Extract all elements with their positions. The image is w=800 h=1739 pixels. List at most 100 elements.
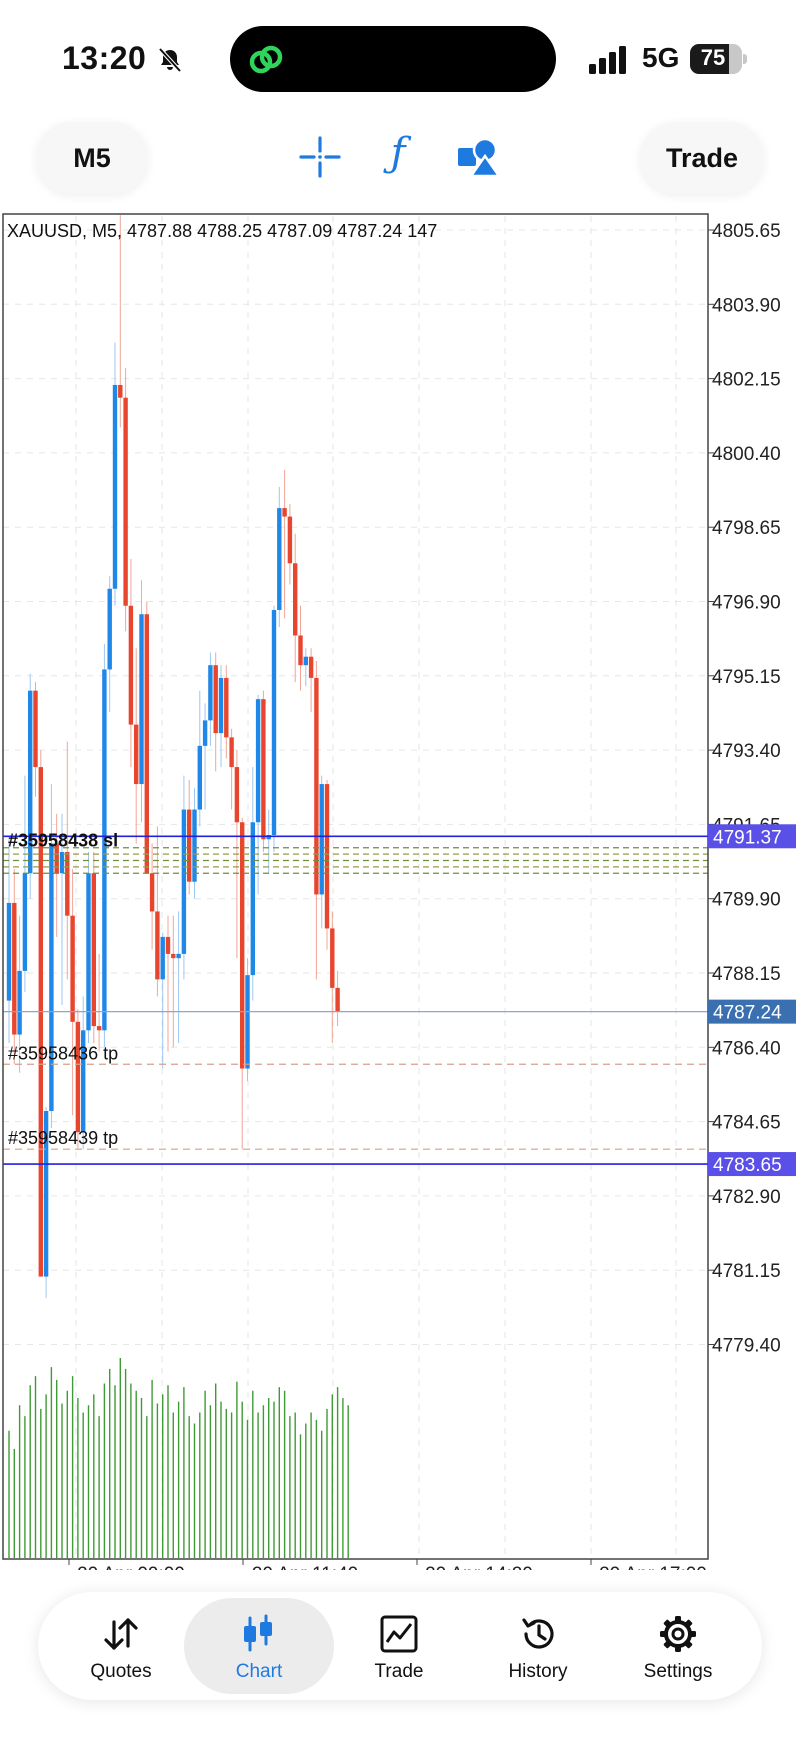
price-tick-label: 4795.15 <box>712 667 781 688</box>
candle-body <box>224 677 229 738</box>
chart-info-line: XAUUSD, M5, 4787.88 4788.25 4787.09 4787… <box>7 221 437 241</box>
candle-body <box>303 656 308 666</box>
tab-quotes[interactable]: Quotes <box>46 1598 196 1694</box>
quotes-arrows-icon <box>104 1618 138 1650</box>
candle-body <box>22 873 28 971</box>
status-bar: 13:20 5G 75 <box>0 0 800 110</box>
crosshair-icon[interactable] <box>297 134 343 180</box>
candle-body <box>33 690 38 768</box>
candle-body <box>123 397 128 606</box>
candle-body <box>335 987 340 1012</box>
chart-candles-icon <box>244 1614 272 1652</box>
tab-label: Quotes <box>90 1661 152 1682</box>
candle-body <box>234 767 240 823</box>
network-type: 5G <box>642 42 680 73</box>
tab-label: Trade <box>374 1661 424 1682</box>
tab-label: Settings <box>643 1661 713 1682</box>
candle-body <box>128 605 134 725</box>
candle-body <box>149 873 155 912</box>
candle-body <box>65 851 70 916</box>
candle-body <box>139 614 144 785</box>
candle-body <box>86 873 91 1031</box>
stop-loss-label: #35958438 sl <box>8 830 118 850</box>
trade-chart-icon <box>380 1615 418 1653</box>
candle-body <box>324 784 330 929</box>
candle-body <box>6 902 12 1001</box>
objects-icon[interactable] <box>455 134 501 180</box>
candle-body <box>308 656 314 678</box>
candle-body <box>75 1021 81 1133</box>
candle-body <box>293 563 298 636</box>
candle-body <box>330 928 335 988</box>
tab-chart[interactable]: Chart <box>184 1598 334 1694</box>
candle-body <box>59 851 65 874</box>
candle-body <box>112 384 118 589</box>
price-tick-label: 4784.65 <box>712 1113 781 1134</box>
link-chain-icon <box>249 45 283 74</box>
take-profit-label: #35958439 tp <box>8 1128 118 1148</box>
price-tick-label: 4781.15 <box>712 1261 781 1282</box>
tab-bar: Quotes Chart Trade History Settings <box>38 1592 762 1700</box>
candle-body <box>107 588 112 670</box>
candle-body <box>240 822 245 1069</box>
candle-body <box>287 516 293 564</box>
price-tick-label: 4789.90 <box>712 890 781 911</box>
price-tick-label: 4786.40 <box>712 1038 781 1059</box>
candle-body <box>181 809 187 954</box>
take-profit-label: #35958436 tp <box>8 1043 118 1063</box>
price-tick-label: 4800.40 <box>712 444 781 465</box>
candle-body <box>261 699 266 840</box>
candle-body <box>202 720 208 746</box>
candle-body <box>155 911 160 980</box>
candle-body <box>277 508 282 610</box>
price-tick-label: 4796.90 <box>712 593 781 614</box>
bell-muted-icon <box>158 47 182 73</box>
price-chart[interactable]: #35958438 sl #35958436 tp #35958439 tp 480… <box>0 210 800 1585</box>
candle-body <box>245 975 250 1069</box>
candle-body <box>171 953 176 959</box>
candle-body <box>192 809 197 882</box>
candle-body <box>17 970 22 1035</box>
history-clock-icon <box>522 1618 554 1649</box>
candle-body <box>96 1026 102 1031</box>
candle-body <box>314 677 319 895</box>
candle-body <box>213 665 218 734</box>
status-time: 13:20 <box>62 40 147 76</box>
candle-body <box>208 665 213 721</box>
price-tick-label: 4803.90 <box>712 295 781 316</box>
settings-gear-icon <box>660 1616 696 1652</box>
function-icon[interactable]: ƒ <box>375 130 421 176</box>
tab-trade[interactable]: Trade <box>324 1598 474 1694</box>
price-tick-label: 4779.40 <box>712 1336 781 1357</box>
upper-level-value: 4791.37 <box>713 827 782 848</box>
candle-body <box>298 635 303 666</box>
candle-body <box>160 936 165 980</box>
candle-body <box>187 809 192 882</box>
candle-body <box>144 614 149 874</box>
tab-label: History <box>508 1661 568 1682</box>
candle-body <box>118 384 123 398</box>
candle-body <box>271 609 277 836</box>
dynamic-island <box>230 26 556 92</box>
battery-icon: 75 <box>690 44 748 74</box>
chart-toolbar: M5 ƒ Trade <box>0 110 800 210</box>
candle-body <box>70 915 75 1022</box>
price-tick-label: 4782.90 <box>712 1187 781 1208</box>
candle-body <box>165 936 171 954</box>
timeframe-button[interactable]: M5 <box>36 122 148 194</box>
lower-level-value: 4783.65 <box>713 1155 782 1176</box>
price-tick-label: 4788.15 <box>712 964 781 985</box>
time-tick-label: 20 Apr 11:40 <box>252 1564 358 1570</box>
tab-history[interactable]: History <box>463 1598 613 1694</box>
chart-canvas[interactable]: #35958438 sl #35958436 tp #35958439 tp 480… <box>0 210 800 1585</box>
trade-button[interactable]: Trade <box>640 122 764 194</box>
candle-body <box>12 902 17 1035</box>
candle-body <box>250 822 255 976</box>
cellular-signal-icon <box>589 46 626 74</box>
candle-body <box>282 508 287 517</box>
price-tick-label: 4802.15 <box>712 370 781 391</box>
candle-body <box>197 745 202 810</box>
tab-settings[interactable]: Settings <box>603 1598 753 1694</box>
time-tick-label: 20 Apr 17:00 <box>599 1564 707 1570</box>
battery-level: 75 <box>700 45 726 70</box>
